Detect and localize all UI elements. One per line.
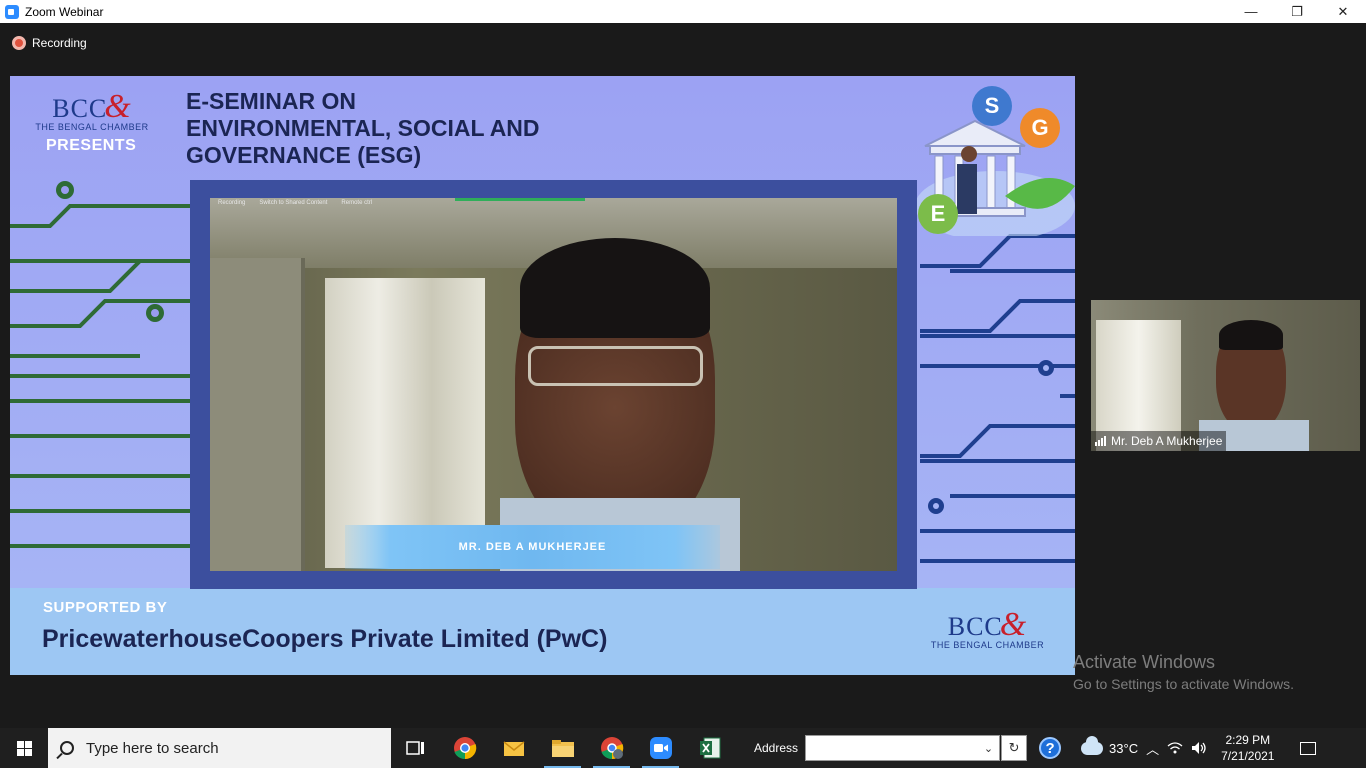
zoom-taskbar-button[interactable] xyxy=(636,728,685,768)
signal-strength-icon xyxy=(1095,436,1106,446)
notification-icon xyxy=(1300,741,1317,755)
chrome-profile-taskbar-button[interactable] xyxy=(587,728,636,768)
nested-recording-label: Recording xyxy=(218,200,246,206)
recording-indicator[interactable]: Recording xyxy=(12,36,87,50)
supported-by-label: SUPPORTED BY xyxy=(43,599,168,616)
zoom-icon xyxy=(649,737,672,759)
file-explorer-taskbar-button[interactable] xyxy=(538,728,587,768)
address-dropdown-icon[interactable]: ⌄ xyxy=(984,742,993,755)
presents-label: PRESENTS xyxy=(46,137,137,154)
participant-name: Mr. Deb A Mukherjee xyxy=(1111,434,1223,448)
windows-logo-icon xyxy=(16,740,32,756)
taskbar-search-box[interactable]: Type here to search xyxy=(48,728,391,768)
nested-progress-bar xyxy=(455,198,585,201)
address-toolbar-label: Address xyxy=(754,741,799,755)
mail-taskbar-button[interactable] xyxy=(489,728,538,768)
taskbar: Type here to search Address ⌄ ↻ ? 33°C ︿… xyxy=(0,728,1366,768)
taskbar-clock[interactable]: 2:29 PM 7/21/2021 xyxy=(1221,732,1274,764)
address-input[interactable]: ⌄ xyxy=(805,735,1001,761)
recording-label: Recording xyxy=(32,36,87,50)
bcc-footer-subtitle: THE BENGAL CHAMBER xyxy=(930,640,1045,650)
notifications-button[interactable] xyxy=(1288,728,1328,768)
presenter-video[interactable]: Recording Switch to Shared Content Remot… xyxy=(210,198,897,571)
title-bar: Zoom Webinar — ❐ ✕ xyxy=(0,0,1366,23)
volume-icon[interactable] xyxy=(1191,741,1207,755)
excel-icon xyxy=(699,737,720,759)
cloud-icon xyxy=(1081,735,1104,755)
bcc-logo-mark: BCC xyxy=(52,94,108,123)
chrome-taskbar-button[interactable] xyxy=(440,728,489,768)
glasses xyxy=(528,346,703,386)
bcc-footer-amp: & xyxy=(999,606,1028,643)
bcc-footer-mark: BCC xyxy=(947,612,1003,641)
nested-switch-label: Switch to Shared Content xyxy=(259,200,328,206)
chevron-up-icon[interactable]: ︿ xyxy=(1146,739,1159,758)
zoom-app-icon xyxy=(5,4,19,19)
minimize-button[interactable]: — xyxy=(1228,0,1274,23)
presenter-name-text: MR. DEB A MUKHERJEE xyxy=(458,541,607,553)
excel-taskbar-button[interactable] xyxy=(685,728,734,768)
system-tray: ? 33°C ︿ 2:29 PM 7/21/2021 xyxy=(1039,732,1274,764)
shared-screen: BCC& THE BENGAL CHAMBER PRESENTS E-SEMIN… xyxy=(10,76,1075,675)
task-view-button[interactable] xyxy=(391,728,440,768)
folder-icon xyxy=(551,740,574,757)
seminar-title-line: GOVERNANCE (ESG) xyxy=(186,142,422,168)
participant-video-thumbnail[interactable]: Mr. Deb A Mukherjee xyxy=(1091,300,1360,451)
presenter-video-frame: Recording Switch to Shared Content Remot… xyxy=(190,180,917,589)
maximize-button[interactable]: ❐ xyxy=(1274,0,1320,23)
clock-time: 2:29 PM xyxy=(1225,733,1271,747)
sponsor-name: PricewaterhouseCoopers Private Limited (… xyxy=(42,625,608,653)
task-view-icon xyxy=(405,741,424,755)
bcc-logo-subtitle: THE BENGAL CHAMBER xyxy=(35,122,149,132)
chrome-profile-icon xyxy=(600,737,623,760)
seminar-title-line: ENVIRONMENTAL, SOCIAL AND xyxy=(186,115,540,141)
start-button[interactable] xyxy=(0,728,48,768)
search-placeholder: Type here to search xyxy=(86,739,219,757)
close-button[interactable]: ✕ xyxy=(1320,0,1366,23)
address-refresh-button[interactable]: ↻ xyxy=(1001,735,1028,761)
nested-remote-label: Remote ctrl xyxy=(341,200,373,206)
activate-windows-subtitle: Go to Settings to activate Windows. xyxy=(1073,676,1294,692)
recording-icon xyxy=(12,36,26,50)
bcc-logo-amp: & xyxy=(104,88,132,125)
clock-date: 7/21/2021 xyxy=(1221,749,1275,763)
refresh-icon: ↻ xyxy=(1008,740,1020,755)
seminar-title: E-SEMINAR ON ENVIRONMENTAL, SOCIAL AND G… xyxy=(186,88,626,169)
bcc-logo-footer: BCC& THE BENGAL CHAMBER xyxy=(925,606,1050,650)
seminar-title-line: E-SEMINAR ON xyxy=(186,88,356,114)
search-icon xyxy=(60,741,74,755)
presenter-name-banner: MR. DEB A MUKHERJEE xyxy=(345,525,720,569)
weather-widget[interactable]: 33°C xyxy=(1081,735,1139,756)
participant-label: Mr. Deb A Mukherjee xyxy=(1091,431,1227,451)
help-icon[interactable]: ? xyxy=(1039,737,1062,759)
weather-temperature: 33°C xyxy=(1109,740,1139,756)
activate-windows-title: Activate Windows xyxy=(1073,652,1216,672)
window-controls: — ❐ ✕ xyxy=(1228,0,1366,23)
esg-e-bubble: E xyxy=(918,194,958,234)
window-title: Zoom Webinar xyxy=(25,4,104,19)
esg-s-bubble: S xyxy=(972,86,1012,126)
pinned-apps xyxy=(391,728,734,768)
mail-icon xyxy=(503,741,524,756)
wifi-icon[interactable] xyxy=(1167,741,1183,755)
esg-illustration: E S G xyxy=(905,86,1075,236)
bcc-logo: BCC& THE BENGAL CHAMBER xyxy=(32,88,152,132)
esg-g-bubble: G xyxy=(1020,108,1060,148)
chrome-icon xyxy=(453,737,476,760)
activate-windows-watermark: Activate Windows Go to Settings to activ… xyxy=(1073,652,1294,692)
